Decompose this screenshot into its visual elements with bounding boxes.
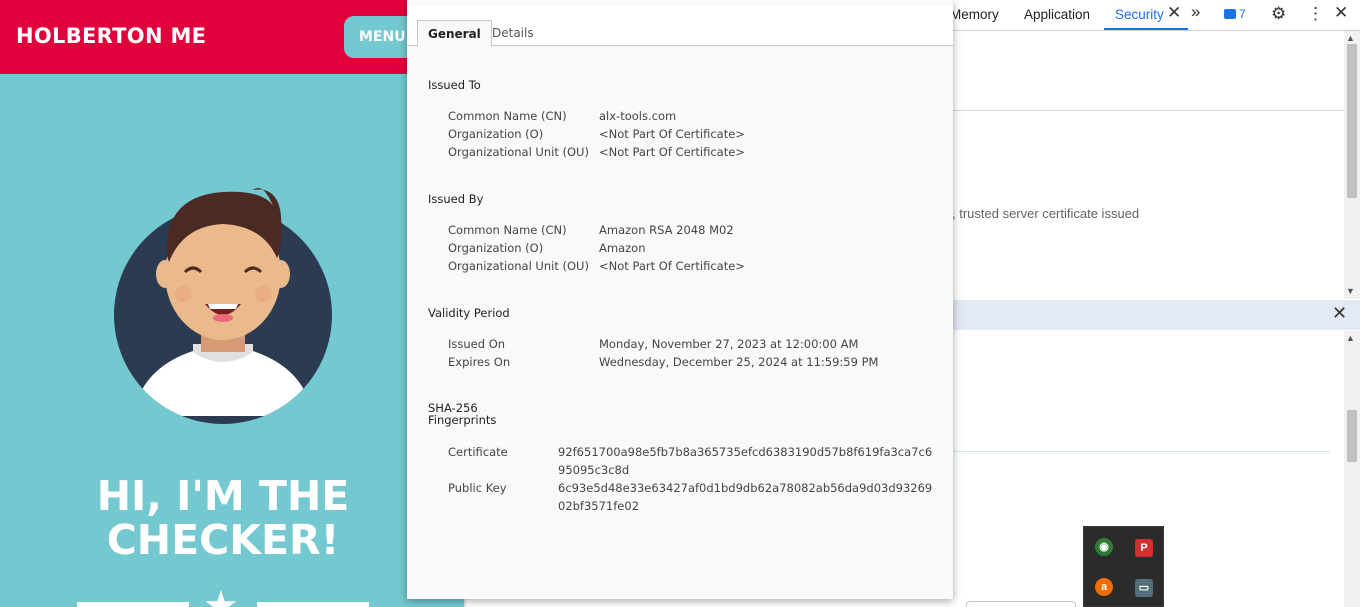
tab-memory[interactable]: Memory (950, 7, 999, 22)
issued-to-o-value: <Not Part Of Certificate> (599, 127, 745, 141)
display-monitor-icon[interactable]: ▭ (1135, 579, 1153, 597)
issued-by-o-value: Amazon (599, 241, 646, 255)
hero-title-line2: CHECKER! (106, 516, 340, 564)
issues-counter[interactable]: 7 (1224, 7, 1246, 21)
divider-left (77, 602, 189, 607)
divider-right (257, 602, 369, 607)
issues-icon (1224, 9, 1236, 19)
scroll-up-icon-2[interactable]: ▲ (1346, 333, 1355, 343)
issued-by-cn-label: Common Name (CN) (448, 223, 567, 237)
scrollbar-thumb-top[interactable] (1347, 44, 1357, 198)
star-icon: ★ (203, 584, 239, 607)
active-tab-indicator (1104, 28, 1188, 30)
scrollbar-bottom[interactable] (1344, 331, 1360, 607)
tab-application[interactable]: Application (1024, 7, 1090, 22)
pubkey-fingerprint-value: 6c93e5d48e33e63427af0d1bd9db62a78082ab56… (558, 481, 933, 513)
menu-label: MENU (359, 29, 406, 45)
more-tabs-icon[interactable]: » (1191, 2, 1200, 22)
drawer-input-stub[interactable] (966, 601, 1076, 607)
issued-by-cn-value: Amazon RSA 2048 M02 (599, 223, 734, 237)
kebab-menu-icon[interactable]: ⋮ (1307, 4, 1324, 24)
issued-to-ou-label: Organizational Unit (OU) (448, 145, 589, 159)
tab-details[interactable]: Details (482, 20, 544, 46)
network-globe-icon[interactable]: ◉ (1095, 538, 1113, 556)
webpage: HOLBERTON ME MENU ☰ HI, I'M THE CHECKER!… (0, 0, 464, 607)
tray-overflow-popup: ◉ P a ▭ (1083, 526, 1164, 607)
issued-by-o-label: Organization (O) (448, 241, 544, 255)
issued-to-o-label: Organization (O) (448, 127, 544, 141)
expires-on-label: Expires On (448, 355, 511, 369)
scroll-up-icon[interactable]: ▲ (1346, 33, 1355, 43)
pocket-icon[interactable]: P (1135, 539, 1153, 557)
issued-to-heading: Issued To (428, 78, 481, 92)
issued-on-value: Monday, November 27, 2023 at 12:00:00 AM (599, 337, 859, 351)
close-devtools-icon[interactable]: ✕ (1334, 3, 1348, 23)
certificate-viewer: General Details Issued To Common Name (C… (407, 0, 953, 599)
settings-gear-icon[interactable]: ⚙ (1271, 4, 1286, 24)
issued-to-cn-value: alx-tools.com (599, 109, 677, 123)
issued-to-ou-value: <Not Part Of Certificate> (599, 145, 745, 159)
section-divider (952, 110, 1344, 111)
tab-general[interactable]: General (417, 20, 492, 47)
fingerprints-heading: SHA-256 Fingerprints (428, 402, 496, 426)
hero-title-line1: HI, I'M THE (96, 472, 350, 520)
hero-title: HI, I'M THE CHECKER! (40, 474, 406, 562)
issued-by-ou-value: <Not Part Of Certificate> (599, 259, 745, 273)
scroll-down-icon[interactable]: ▼ (1346, 286, 1355, 296)
drawer-divider (952, 451, 1330, 452)
issued-by-heading: Issued By (428, 192, 484, 206)
issued-on-label: Issued On (448, 337, 506, 351)
close-drawer-icon[interactable]: ✕ (1332, 303, 1347, 324)
drawer-header (952, 300, 1360, 330)
issued-by-ou-label: Organizational Unit (OU) (448, 259, 589, 273)
security-summary-text: , trusted server certificate issued (952, 206, 1140, 221)
issues-count: 7 (1239, 7, 1246, 21)
certificate-tabbar: General Details (407, 6, 953, 47)
close-tab-icon[interactable]: ✕ (1167, 3, 1181, 23)
cert-fingerprint-value: 92f651700a98e5fb7b8a365735efcd6383190d57… (558, 445, 933, 477)
expires-on-value: Wednesday, December 25, 2024 at 11:59:59… (599, 355, 879, 369)
avast-icon[interactable]: a (1095, 578, 1113, 596)
site-header: HOLBERTON ME MENU ☰ (0, 0, 464, 74)
pubkey-fingerprint-label: Public Key (448, 481, 507, 495)
site-brand[interactable]: HOLBERTON ME (16, 24, 206, 48)
validity-heading: Validity Period (428, 306, 510, 320)
checker-avatar (114, 188, 332, 424)
scrollbar-thumb-bottom[interactable] (1347, 410, 1357, 462)
fingerprints-heading-line2: Fingerprints (428, 413, 497, 427)
cert-fingerprint-label: Certificate (448, 445, 508, 459)
tab-security[interactable]: Security (1115, 7, 1164, 22)
issued-to-cn-label: Common Name (CN) (448, 109, 567, 123)
